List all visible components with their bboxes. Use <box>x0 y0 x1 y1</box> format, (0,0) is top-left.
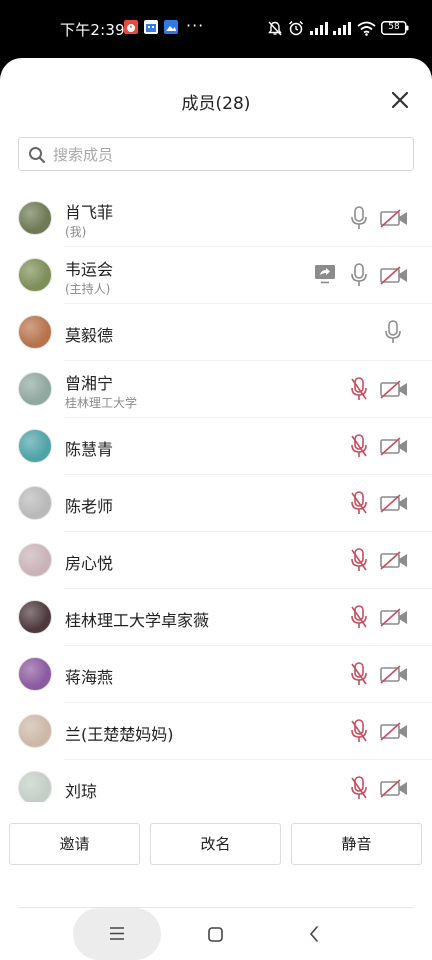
member-name: 兰(王楚楚妈妈) <box>65 725 174 744</box>
mic-muted-icon[interactable] <box>351 377 367 401</box>
camera-off-icon[interactable] <box>380 608 408 627</box>
invite-button[interactable]: 邀请 <box>9 823 140 865</box>
search-input[interactable] <box>51 139 405 171</box>
back-icon[interactable] <box>309 926 319 942</box>
member-row[interactable]: 兰(王楚楚妈妈) <box>0 703 432 760</box>
avatar <box>18 258 52 292</box>
member-row[interactable]: 陈老师 <box>0 475 432 532</box>
camera-off-icon[interactable] <box>380 551 408 570</box>
avatar <box>18 201 52 235</box>
camera-off-icon[interactable] <box>380 209 408 228</box>
close-icon[interactable] <box>388 88 412 112</box>
more-notifications-icon: ··· <box>186 16 205 35</box>
member-name: 桂林理工大学卓家薇 <box>65 611 210 630</box>
camera-off-icon[interactable] <box>380 380 408 399</box>
signal-hd-icon <box>333 22 351 35</box>
member-row[interactable]: 韦运会 (主持人) <box>0 247 432 304</box>
camera-off-icon[interactable] <box>380 779 408 798</box>
mic-muted-icon[interactable] <box>351 548 367 572</box>
member-row[interactable]: 刘琼 <box>0 760 432 802</box>
members-title: 成员(28) <box>181 94 251 114</box>
member-subtitle: (我) <box>65 225 87 239</box>
member-name: 莫毅德 <box>65 326 114 345</box>
avatar <box>18 543 52 577</box>
member-row[interactable]: 蒋海燕 <box>0 646 432 703</box>
camera-off-icon[interactable] <box>380 437 408 456</box>
wifi-icon <box>357 21 376 36</box>
member-name: 肖飞菲 <box>65 203 114 222</box>
mic-muted-icon[interactable] <box>351 719 367 743</box>
mic-icon[interactable] <box>385 320 401 344</box>
camera-off-icon[interactable] <box>380 266 408 285</box>
signal-icon <box>310 22 328 35</box>
alarm-icon <box>288 20 304 36</box>
member-row[interactable]: 莫毅德 <box>0 304 432 361</box>
member-name: 韦运会 <box>65 260 114 279</box>
member-subtitle: 桂林理工大学 <box>65 396 138 410</box>
avatar <box>18 771 52 802</box>
mic-muted-icon[interactable] <box>351 434 367 458</box>
mic-muted-icon[interactable] <box>351 776 367 800</box>
nav-menu-button[interactable] <box>73 908 161 960</box>
member-row[interactable]: 房心悦 <box>0 532 432 589</box>
member-name: 刘琼 <box>65 782 98 801</box>
search-icon <box>29 147 46 164</box>
bell-muted-icon <box>268 21 282 36</box>
menu-icon <box>110 927 124 940</box>
status-bar: 下午2:39 ··· 58 <box>0 0 432 58</box>
camera-off-icon[interactable] <box>380 722 408 741</box>
mic-muted-icon[interactable] <box>351 491 367 515</box>
member-row[interactable]: 桂林理工大学卓家薇 <box>0 589 432 646</box>
mic-icon[interactable] <box>351 206 367 230</box>
calendar-app-icon <box>144 20 158 34</box>
member-list: 肖飞菲 (我) 韦运会 (主持人) 莫毅德 曾湘宁 桂林理工大学 陈慧青 陈老师… <box>0 190 432 802</box>
mic-muted-icon[interactable] <box>351 605 367 629</box>
mute-button[interactable]: 静音 <box>291 823 422 865</box>
mic-muted-icon[interactable] <box>351 662 367 686</box>
screen-share-icon[interactable] <box>314 264 336 284</box>
member-name: 陈慧青 <box>65 440 114 459</box>
members-sheet: 成员(28) 肖飞菲 (我) 韦运会 (主持人) 莫毅德 <box>0 58 432 960</box>
mic-icon[interactable] <box>351 263 367 287</box>
member-row[interactable]: 陈慧青 <box>0 418 432 475</box>
avatar <box>18 429 52 463</box>
member-name: 陈老师 <box>65 497 114 516</box>
avatar <box>18 714 52 748</box>
member-row[interactable]: 曾湘宁 桂林理工大学 <box>0 361 432 418</box>
search-bar[interactable] <box>18 137 414 171</box>
avatar <box>18 486 52 520</box>
battery-level: 58 <box>388 22 400 32</box>
camera-off-icon[interactable] <box>380 494 408 513</box>
alarm-app-icon <box>124 20 138 34</box>
avatar <box>18 657 52 691</box>
member-name: 蒋海燕 <box>65 668 114 687</box>
gallery-app-icon <box>164 20 178 34</box>
home-icon[interactable] <box>208 927 223 942</box>
member-row[interactable]: 肖飞菲 (我) <box>0 190 432 247</box>
member-name: 房心悦 <box>65 554 114 573</box>
member-subtitle: (主持人) <box>65 282 111 296</box>
avatar <box>18 600 52 634</box>
avatar <box>18 315 52 349</box>
status-time: 下午2:39 <box>60 21 125 39</box>
member-name: 曾湘宁 <box>65 374 114 393</box>
nav-divider <box>18 907 414 908</box>
camera-off-icon[interactable] <box>380 665 408 684</box>
avatar <box>18 372 52 406</box>
rename-button[interactable]: 改名 <box>150 823 281 865</box>
